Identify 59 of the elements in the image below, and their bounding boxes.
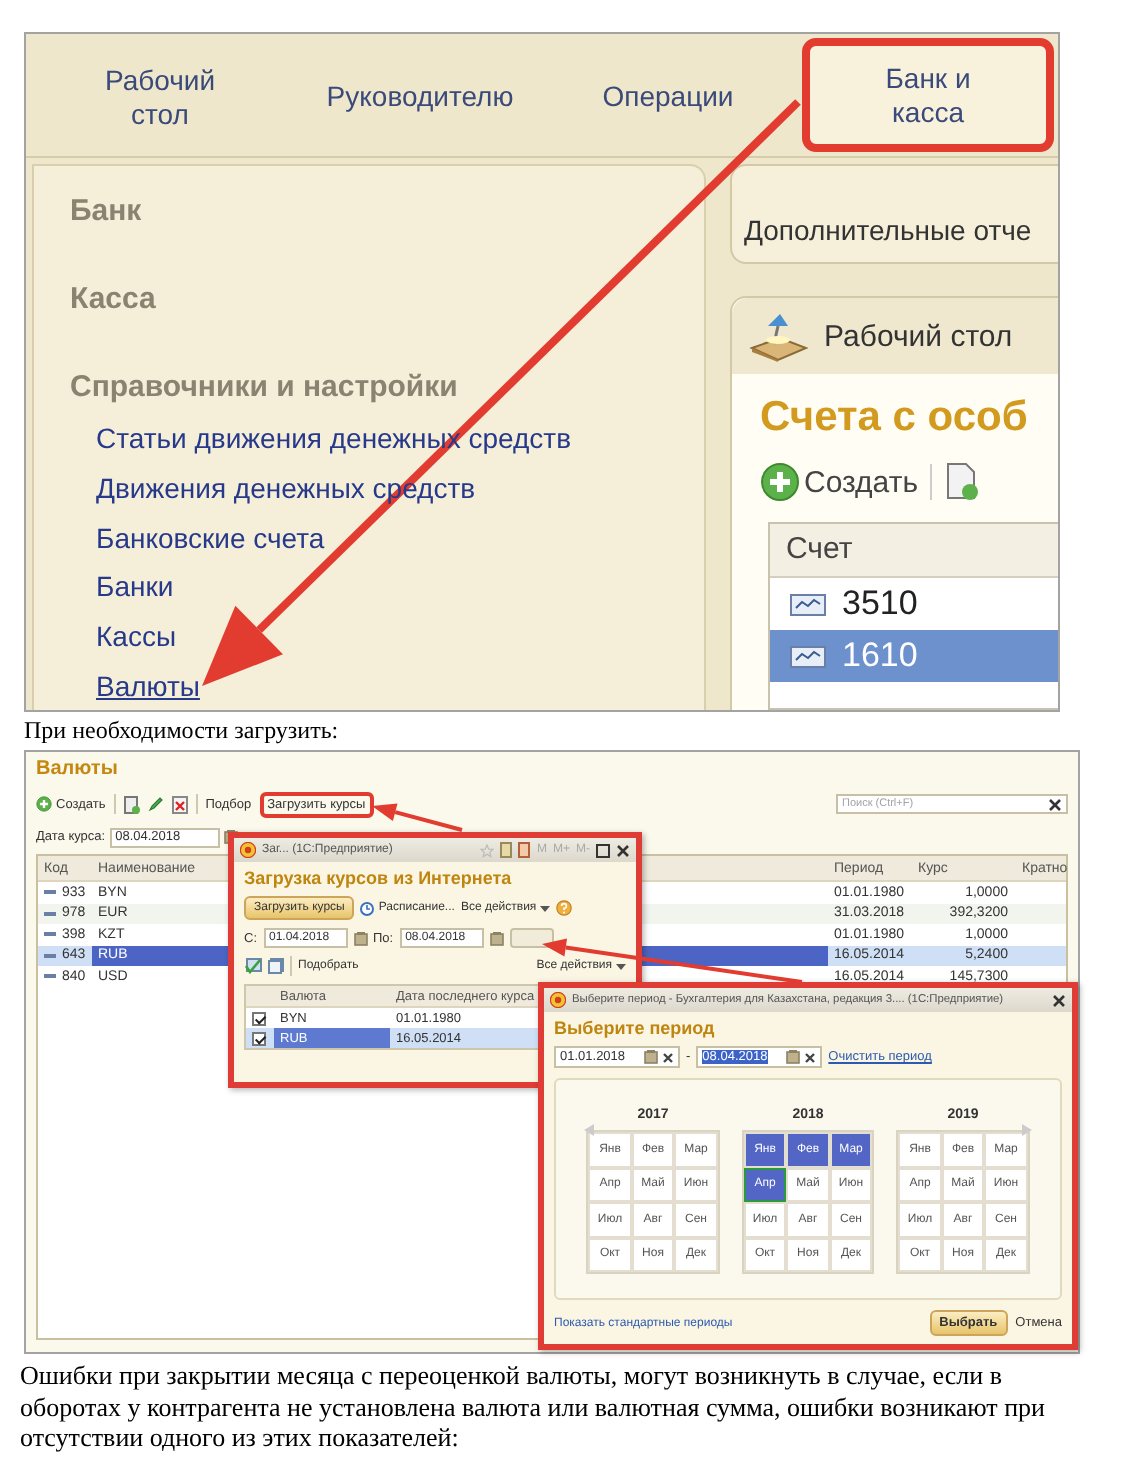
- nav-tab[interactable]: Рабочий стол: [30, 38, 290, 156]
- close-icon[interactable]: [1048, 797, 1062, 811]
- close-icon[interactable]: [616, 843, 630, 857]
- reports-label[interactable]: Дополнительные отче: [732, 214, 1058, 262]
- plus-icon: [36, 796, 52, 812]
- dash-icon: [44, 974, 56, 979]
- sidebar-link[interactable]: Кассы: [96, 612, 177, 662]
- table-row[interactable]: 3510: [770, 578, 1058, 630]
- create-button[interactable]: Создать: [760, 462, 919, 502]
- sidebar-link[interactable]: Валюты: [96, 661, 200, 710]
- calendar-icon[interactable]: [786, 1050, 801, 1064]
- section-title: Касса: [70, 282, 158, 318]
- dash-icon: [44, 890, 56, 895]
- sidebar-link[interactable]: Банки: [96, 562, 174, 613]
- copy-icon[interactable]: [123, 795, 140, 813]
- calculator-icon[interactable]: [518, 842, 531, 858]
- clock-icon: [360, 901, 375, 915]
- table-cell: 1610: [842, 636, 918, 676]
- row-checkbox[interactable]: [252, 1011, 266, 1025]
- delete-icon[interactable]: [171, 795, 188, 813]
- form-title: Валюты: [36, 758, 120, 782]
- account-icon: [790, 593, 826, 615]
- clear-icon[interactable]: [804, 1051, 817, 1063]
- help-icon[interactable]: [556, 900, 573, 916]
- column-header[interactable]: Счет: [770, 524, 1058, 578]
- dash-icon: [44, 911, 56, 916]
- nav-tab[interactable]: Операции: [550, 38, 786, 156]
- close-icon[interactable]: [1052, 993, 1066, 1007]
- desk-lamp-icon: [748, 310, 808, 362]
- section-title: Справочники и настройки: [70, 370, 460, 406]
- calendar-icon[interactable]: [489, 931, 504, 945]
- document-icon[interactable]: [500, 842, 513, 858]
- star-icon[interactable]: [480, 843, 495, 857]
- clear-icon[interactable]: [662, 1051, 674, 1063]
- dash-icon: [44, 953, 56, 958]
- dialog-heading: Загрузка курсов из Интернета: [244, 868, 514, 888]
- nav-tab[interactable]: Руководителю: [290, 38, 550, 156]
- caret-icon: [540, 905, 551, 911]
- document-add-icon[interactable]: [944, 462, 981, 502]
- app-logo-icon: [240, 842, 256, 858]
- app-logo-icon: [550, 992, 566, 1008]
- uncheck-all-icon[interactable]: [268, 958, 284, 974]
- sidebar-link[interactable]: Банковские счета: [96, 513, 325, 563]
- account-icon: [790, 645, 826, 667]
- plus-icon: [760, 462, 800, 502]
- nav-tab[interactable]: Банк и касса: [802, 38, 1054, 152]
- list-title: Счета с особ: [760, 394, 1030, 442]
- row-checkbox[interactable]: [252, 1031, 266, 1045]
- maximize-icon[interactable]: [596, 843, 610, 857]
- section-title: Банк: [70, 194, 144, 230]
- dash-icon: [44, 932, 56, 937]
- calendar-icon[interactable]: [353, 931, 367, 945]
- paragraph-text: Ошибки при закрытии месяца с переоценкой валюты, могут возникнуть в случае, если в оборотах у контрагента не установлена валюта или валютная сумма, ошибки возникают при отсутствии одного из этих показателей:: [20, 1360, 1047, 1453]
- calendar-icon[interactable]: [644, 1050, 658, 1064]
- check-all-icon[interactable]: [244, 958, 262, 974]
- caption-text: При необходимости загрузить:: [24, 716, 341, 746]
- table-cell: 3510: [842, 584, 918, 624]
- select-period-button[interactable]: [509, 928, 554, 948]
- pencil-icon[interactable]: [147, 796, 164, 812]
